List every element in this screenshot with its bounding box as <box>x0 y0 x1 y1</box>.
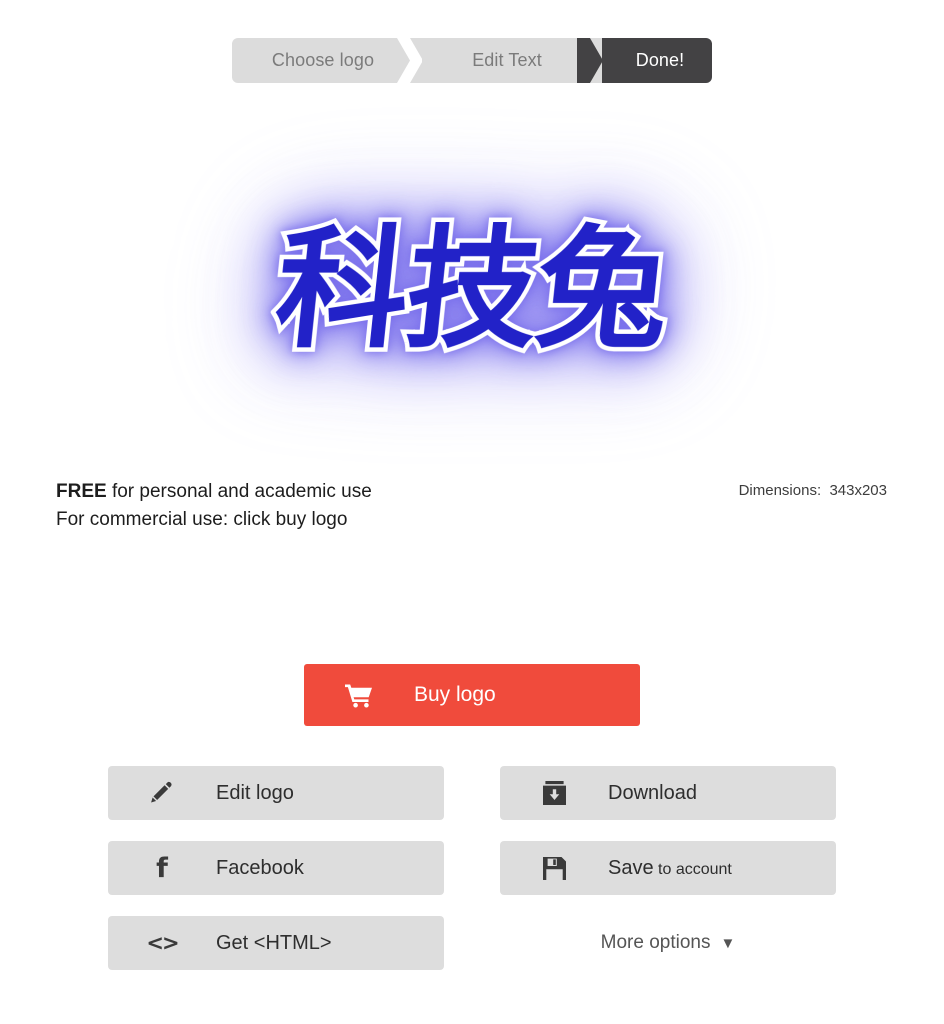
step-label: Choose logo <box>271 50 375 70</box>
step-label: Edit Text <box>472 50 542 70</box>
dimensions-label: Dimensions: 343x203 <box>738 482 887 499</box>
download-label: Download <box>608 781 697 804</box>
licence-line-commercial: For commercial use: click buy logo <box>56 509 348 530</box>
save-to-account-button[interactable]: Save to account <box>500 841 836 895</box>
licence-line-free: FREE for personal and academic use <box>56 478 372 506</box>
code-brackets-icon: <> <box>146 931 179 955</box>
progress-steps: Choose logo Edit Text Done! <box>232 38 712 83</box>
step-done[interactable]: Done! <box>602 38 712 83</box>
more-options-toggle[interactable]: More options ▼ <box>500 916 836 970</box>
facebook-button[interactable]: f Facebook <box>108 841 444 895</box>
chevron-down-icon: ▼ <box>720 934 736 952</box>
licence-free-rest: for personal and academic use <box>106 481 372 502</box>
get-html-button[interactable]: <> Get <HTML> <box>108 916 444 970</box>
step-label: Done! <box>635 50 685 70</box>
more-options-label: More options <box>600 932 711 953</box>
licence-info: FREE for personal and academic use For c… <box>56 478 372 534</box>
facebook-f-icon: f <box>156 852 168 884</box>
facebook-label: Facebook <box>216 856 304 879</box>
floppy-disk-icon <box>500 856 608 880</box>
step-edit-text[interactable]: Edit Text <box>422 38 602 83</box>
buy-logo-button[interactable]: Buy logo <box>304 664 640 726</box>
to-account-word: to account <box>653 860 732 878</box>
logo-preview: 科技兔 <box>0 150 944 430</box>
licence-free-word: FREE <box>56 481 107 502</box>
download-button[interactable]: Download <box>500 766 836 820</box>
download-inbox-icon <box>500 781 608 805</box>
logo-text: 科技兔 <box>264 209 679 372</box>
step-choose-logo[interactable]: Choose logo <box>232 38 422 83</box>
buy-logo-label: Buy logo <box>414 683 496 706</box>
save-word: Save <box>608 856 654 879</box>
save-to-account-label: Save to account <box>608 857 732 880</box>
shopping-cart-icon <box>304 683 414 708</box>
pencil-icon <box>108 781 216 805</box>
edit-logo-label: Edit logo <box>216 781 294 804</box>
edit-logo-button[interactable]: Edit logo <box>108 766 444 820</box>
get-html-label: Get <HTML> <box>216 931 332 954</box>
